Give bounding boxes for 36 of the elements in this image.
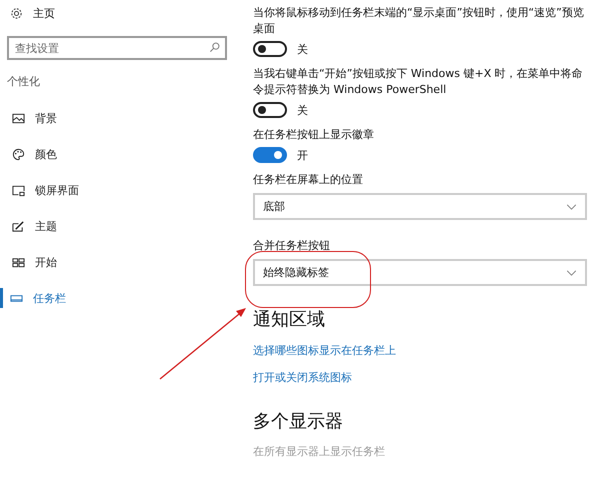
setting-label: 任务栏在屏幕上的位置 [253,172,364,188]
settings-link[interactable]: 打开或关闭系统图标 [253,370,352,386]
toggle-state: 关 [297,42,308,56]
search-field[interactable]: 查找设置 [7,36,227,60]
sidebar-item[interactable]: 背景 [0,108,57,128]
section-heading: 个性化 [7,74,41,90]
lock-screen-icon [12,184,25,196]
palette-icon [12,148,25,160]
toggle-switch[interactable] [253,41,287,57]
sidebar-item[interactable]: 开始 [0,252,57,272]
toggle-switch[interactable] [253,102,287,118]
dropdown[interactable]: 底部 [253,193,587,220]
sidebar-item[interactable]: 颜色 [0,144,57,164]
picture-icon [12,112,25,124]
grid-icon [12,256,25,268]
sidebar-item[interactable]: 主题 [0,216,57,236]
setting-label: 在所有显示器上显示任务栏 [253,444,385,459]
section-heading: 多个显示器 [253,410,343,434]
gear-icon [10,6,23,20]
setting-label: 当你将鼠标移动到任务栏末端的“显示桌面”按钮时，使用“速览”预览桌面 [253,5,585,37]
setting-label: 合并任务栏按钮 [253,238,331,254]
toggle-state: 关 [297,102,308,118]
toggle-switch[interactable] [253,147,287,163]
setting-label: 当我右键单击“开始”按钮或按下 Windows 键+X 时，在菜单中将命令提示符替换为 Windows PowerShell [253,66,584,98]
chevron-down-icon [566,270,577,276]
search-icon [209,42,220,53]
settings-link[interactable]: 选择哪些图标显示在任务栏上 [253,343,396,359]
dropdown[interactable]: 始终隐藏标签 [253,259,587,286]
section-heading: 通知区域 [253,308,325,332]
sidebar-item[interactable]: 锁屏界面 [0,180,79,200]
toggle-state: 开 [297,148,308,162]
home-link[interactable]: 主页 [33,6,55,20]
sidebar-item[interactable]: 任务栏 [0,288,66,308]
setting-label: 在任务栏按钮上显示徽章 [253,127,375,143]
brush-icon [12,220,25,232]
chevron-down-icon [566,204,577,210]
